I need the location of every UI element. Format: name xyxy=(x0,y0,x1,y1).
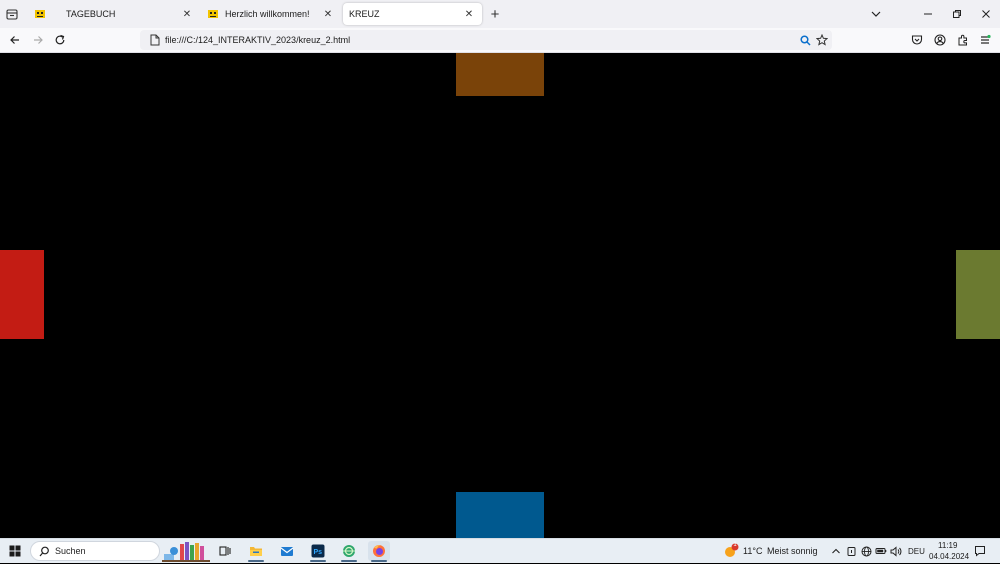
file-explorer-icon[interactable] xyxy=(245,541,267,562)
pocket-icon[interactable] xyxy=(909,32,925,48)
globe-app-icon[interactable] xyxy=(338,541,360,562)
tab-label: KREUZ xyxy=(349,9,380,19)
mail-icon[interactable] xyxy=(276,541,298,561)
clock-time[interactable]: 11:19 xyxy=(938,541,957,550)
speaker-icon[interactable] xyxy=(890,544,902,558)
windows-start-icon[interactable] xyxy=(4,541,26,561)
tab-label: TAGEBUCH xyxy=(66,9,116,19)
weather-sun-icon[interactable]: 1 xyxy=(723,542,739,559)
address-bar[interactable]: file:///C:/124_INTERAKTIV_2023/kreuz_2.h… xyxy=(140,30,832,50)
tab-overview-icon[interactable] xyxy=(4,6,20,22)
url-text[interactable]: file:///C:/124_INTERAKTIV_2023/kreuz_2.h… xyxy=(165,35,350,45)
search-label: Suchen xyxy=(55,546,86,556)
page-icon[interactable] xyxy=(148,33,162,47)
close-icon[interactable]: ✕ xyxy=(462,7,476,21)
reload-icon[interactable] xyxy=(52,32,68,48)
network-globe-icon[interactable] xyxy=(860,544,872,558)
search-icon[interactable] xyxy=(798,33,812,47)
list-all-tabs-icon[interactable] xyxy=(868,6,884,22)
close-window-icon[interactable] xyxy=(978,6,994,22)
bookmark-star-icon[interactable] xyxy=(815,33,829,47)
firefox-icon[interactable] xyxy=(368,541,390,562)
back-arrow-icon[interactable] xyxy=(7,32,23,48)
minimize-icon[interactable] xyxy=(920,6,936,22)
keyboard-language[interactable]: DEU xyxy=(908,547,925,556)
svg-text:Ps: Ps xyxy=(314,549,323,556)
restore-icon[interactable] xyxy=(949,6,965,22)
menu-icon[interactable] xyxy=(977,32,993,48)
forward-arrow-icon[interactable] xyxy=(30,32,46,48)
photoshop-icon[interactable]: Ps xyxy=(307,541,329,562)
page-canvas xyxy=(0,53,1000,538)
device-status-icon[interactable] xyxy=(845,544,857,558)
taskbar-search[interactable]: Suchen xyxy=(30,541,160,561)
search-icon xyxy=(38,545,50,557)
weather-temperature[interactable]: 11°C xyxy=(743,546,762,556)
tab-strip: TAGEBUCH ✕ Herzlich willkommen! ✕ KREUZ … xyxy=(0,0,1000,28)
square-left xyxy=(0,250,44,339)
new-tab-icon[interactable]: + xyxy=(487,6,503,23)
books-search-highlight-icon[interactable] xyxy=(162,540,210,562)
tab-kreuz[interactable]: KREUZ ✕ xyxy=(343,3,482,25)
square-bottom xyxy=(456,492,544,538)
close-icon[interactable]: ✕ xyxy=(321,7,335,21)
tab-herzlich-willkommen[interactable]: Herzlich willkommen! ✕ xyxy=(201,3,341,25)
clock-date[interactable]: 04.04.2024 xyxy=(929,552,969,561)
chevron-up-icon[interactable] xyxy=(830,544,842,558)
account-icon[interactable] xyxy=(932,32,948,48)
navigation-toolbar: file:///C:/124_INTERAKTIV_2023/kreuz_2.h… xyxy=(0,28,1000,53)
yellow-robot-icon xyxy=(34,8,46,20)
square-right xyxy=(956,250,1000,339)
tab-label: Herzlich willkommen! xyxy=(225,9,310,19)
yellow-robot-icon xyxy=(207,8,219,20)
extensions-icon[interactable] xyxy=(955,32,971,48)
square-top xyxy=(456,53,544,96)
weather-badge: 1 xyxy=(733,542,737,548)
tab-tagebuch[interactable]: TAGEBUCH ✕ xyxy=(28,3,200,25)
windows-taskbar: Suchen Ps 1 11°C Meist sonnig DEU 11:19 … xyxy=(0,538,1000,563)
task-view-icon[interactable] xyxy=(214,541,236,561)
notification-icon[interactable] xyxy=(974,544,986,558)
close-icon[interactable]: ✕ xyxy=(180,7,194,21)
battery-icon[interactable] xyxy=(875,544,887,558)
weather-condition[interactable]: Meist sonnig xyxy=(767,546,818,556)
